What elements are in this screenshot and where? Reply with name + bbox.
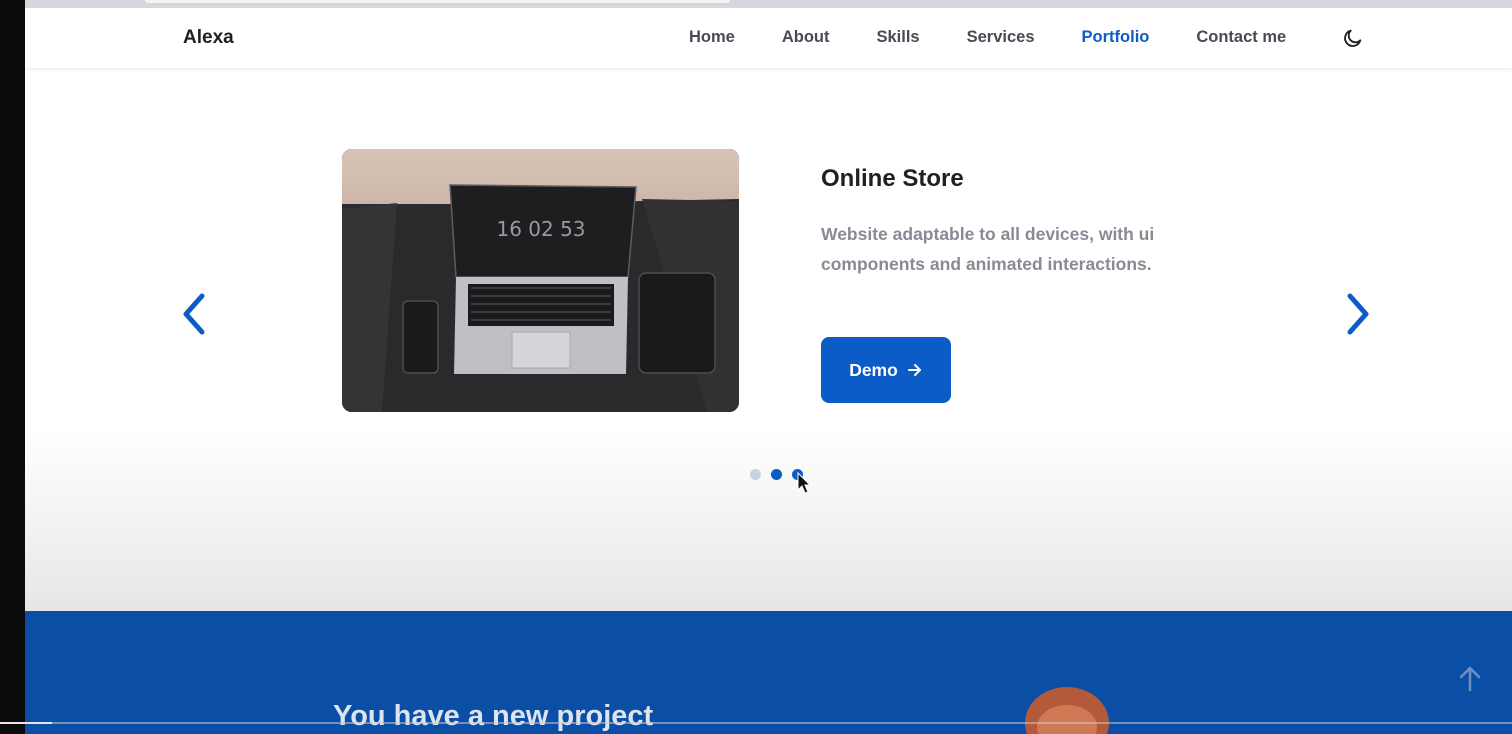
banner-title: You have a new project xyxy=(333,700,654,732)
video-progress-bar[interactable] xyxy=(0,722,1512,724)
slider-dot[interactable] xyxy=(750,469,761,480)
moon-icon[interactable] xyxy=(1342,27,1364,49)
arrow-right-icon xyxy=(907,364,921,376)
address-bar[interactable] xyxy=(145,0,730,3)
project-title: Online Store xyxy=(821,165,964,192)
nav-services[interactable]: Services xyxy=(967,28,1035,47)
nav-portfolio[interactable]: Portfolio xyxy=(1082,28,1150,47)
project-image: 16 02 53 xyxy=(342,149,739,412)
chevron-right-icon[interactable] xyxy=(1340,290,1374,338)
browser-chrome xyxy=(25,0,1512,8)
laptop-clock: 16 02 53 xyxy=(496,217,585,241)
screen-edge xyxy=(0,0,25,734)
arrow-up-icon[interactable] xyxy=(1455,664,1485,694)
main-nav: Home About Skills Services Portfolio Con… xyxy=(689,28,1333,47)
demo-button-label: Demo xyxy=(849,359,898,380)
slider-pagination xyxy=(750,469,803,480)
site-header: Alexa Home About Skills Services Portfol… xyxy=(25,8,1512,68)
nav-home[interactable]: Home xyxy=(689,28,735,47)
nav-about[interactable]: About xyxy=(782,28,830,47)
person-photo xyxy=(1025,687,1109,734)
project-description: Website adaptable to all devices, with u… xyxy=(821,224,1155,274)
laptop-desk-illustration: 16 02 53 xyxy=(342,149,739,412)
site-logo[interactable]: Alexa xyxy=(183,27,234,49)
demo-button[interactable]: Demo xyxy=(821,337,951,403)
chevron-left-icon[interactable] xyxy=(178,290,212,338)
video-progress-played xyxy=(0,722,52,724)
slider-dot[interactable] xyxy=(771,469,782,480)
mouse-cursor-icon xyxy=(797,472,811,494)
nav-skills[interactable]: Skills xyxy=(877,28,920,47)
nav-contact[interactable]: Contact me xyxy=(1196,28,1286,47)
portfolio-page: Alexa Home About Skills Services Portfol… xyxy=(25,8,1512,734)
contact-banner: You have a new project xyxy=(25,611,1512,734)
